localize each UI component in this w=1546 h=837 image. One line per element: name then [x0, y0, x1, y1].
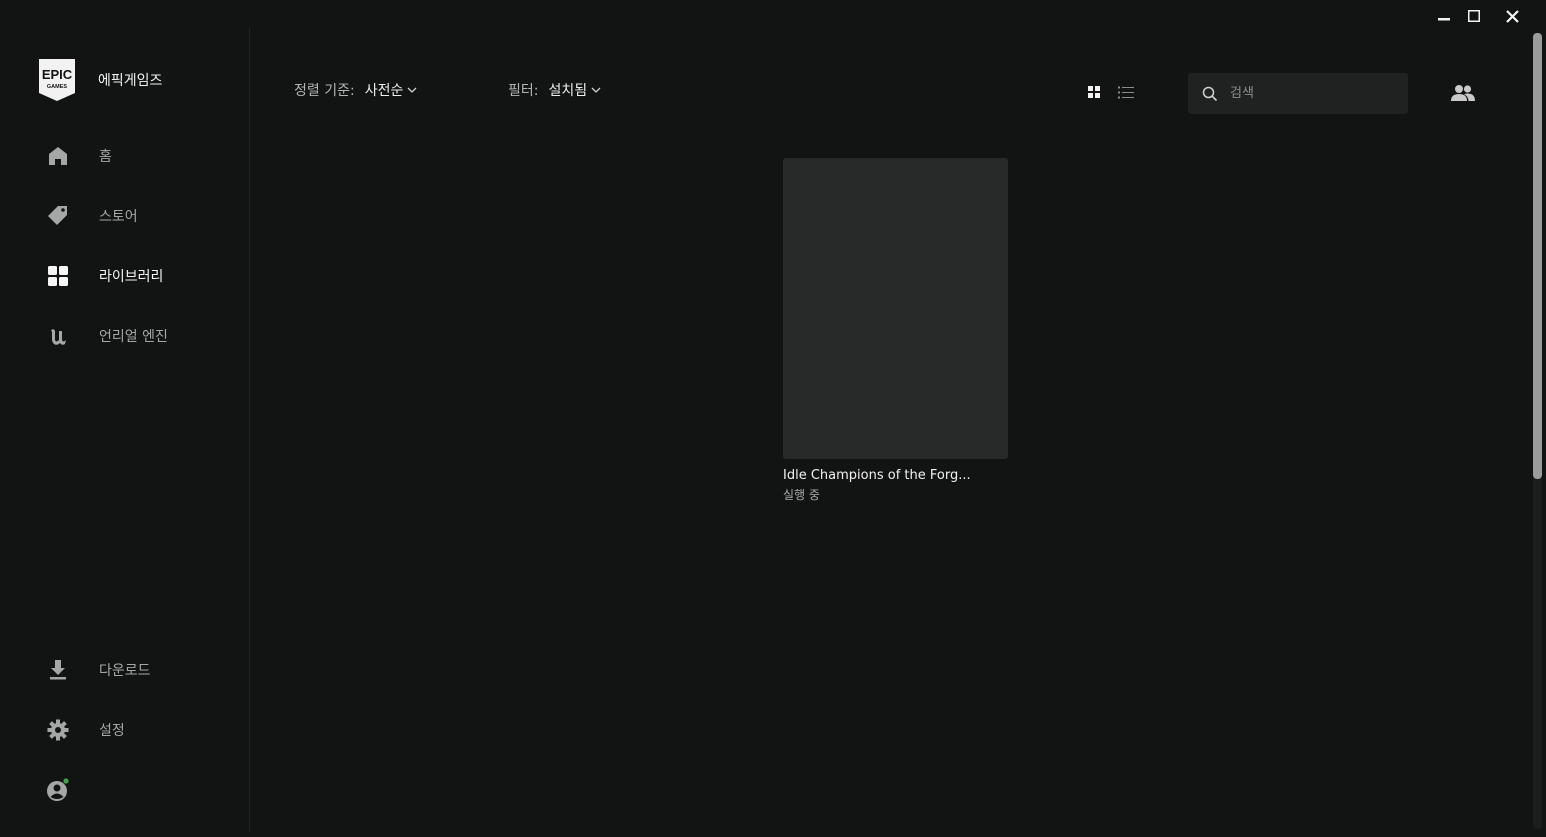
minimize-button[interactable]: [1432, 5, 1456, 27]
tag-icon: [45, 203, 71, 229]
sidebar-item-home[interactable]: 홈: [30, 134, 230, 178]
brand-name: 에픽게임즈: [98, 73, 163, 89]
sidebar-item-label: 설정: [99, 723, 125, 739]
filter-value: 설치됨: [548, 83, 588, 99]
grid-view-button[interactable]: [1084, 82, 1104, 102]
online-status-dot: [63, 778, 69, 784]
sidebar-item-label: 다운로드: [99, 663, 151, 679]
scrollbar-thumb[interactable]: [1533, 33, 1542, 479]
list-view-icon: [1118, 86, 1134, 98]
close-button[interactable]: [1500, 5, 1524, 27]
game-cover-art[interactable]: [783, 158, 1008, 459]
list-view-button[interactable]: [1116, 82, 1136, 102]
sort-label: 정렬 기준:: [294, 83, 355, 99]
home-icon: [45, 143, 71, 169]
sidebar-item-label: 언리얼 엔진: [99, 329, 168, 345]
svg-text:GAMES: GAMES: [47, 84, 68, 90]
sidebar-item-label: 홈: [99, 149, 112, 165]
close-icon: [1505, 9, 1519, 23]
filter-label: 필터:: [508, 83, 539, 99]
minimize-icon: [1438, 18, 1450, 21]
chevron-down-icon: [407, 87, 417, 93]
sort-dropdown[interactable]: 정렬 기준: 사전순: [294, 80, 417, 100]
friends-icon: [1451, 85, 1475, 101]
epic-games-logo[interactable]: EPIC GAMES: [39, 59, 75, 101]
search-icon: [1202, 86, 1218, 101]
sidebar-item-store[interactable]: 스토어: [30, 194, 230, 238]
sidebar-item-label: 라이브러리: [99, 269, 164, 285]
game-title: Idle Champions of the Forg...: [783, 468, 971, 483]
search-box[interactable]: [1188, 73, 1408, 114]
gear-icon: [45, 717, 71, 743]
download-icon: [45, 657, 71, 683]
svg-text:EPIC: EPIC: [42, 67, 73, 82]
grid-view-icon: [1088, 86, 1100, 98]
maximize-icon: [1468, 10, 1480, 22]
game-status: 실행 중: [783, 488, 820, 502]
profile-button[interactable]: [30, 768, 74, 812]
sidebar-item-downloads[interactable]: 다운로드: [30, 648, 230, 692]
account-icon: [45, 777, 71, 803]
unreal-icon: [45, 323, 71, 349]
maximize-button[interactable]: [1462, 5, 1486, 27]
sidebar-item-label: 스토어: [99, 209, 138, 225]
sidebar-divider: [249, 28, 250, 832]
chevron-down-icon: [591, 87, 601, 93]
game-card[interactable]: Idle Champions of the Forg... 실행 중: [783, 158, 1008, 503]
sort-value: 사전순: [364, 83, 404, 99]
sidebar-item-library[interactable]: 라이브러리: [30, 254, 230, 298]
search-input[interactable]: [1228, 85, 1392, 102]
sidebar-item-settings[interactable]: 설정: [30, 708, 230, 752]
sidebar-item-unreal-engine[interactable]: 언리얼 엔진: [30, 314, 230, 358]
filter-dropdown[interactable]: 필터: 설치됨: [508, 80, 601, 100]
sidebar: EPIC GAMES 에픽게임즈 홈 스토어 라이브러리 언리얼 엔진 다운로드…: [0, 0, 250, 837]
grid-icon: [45, 263, 71, 289]
friends-button[interactable]: [1450, 81, 1476, 105]
